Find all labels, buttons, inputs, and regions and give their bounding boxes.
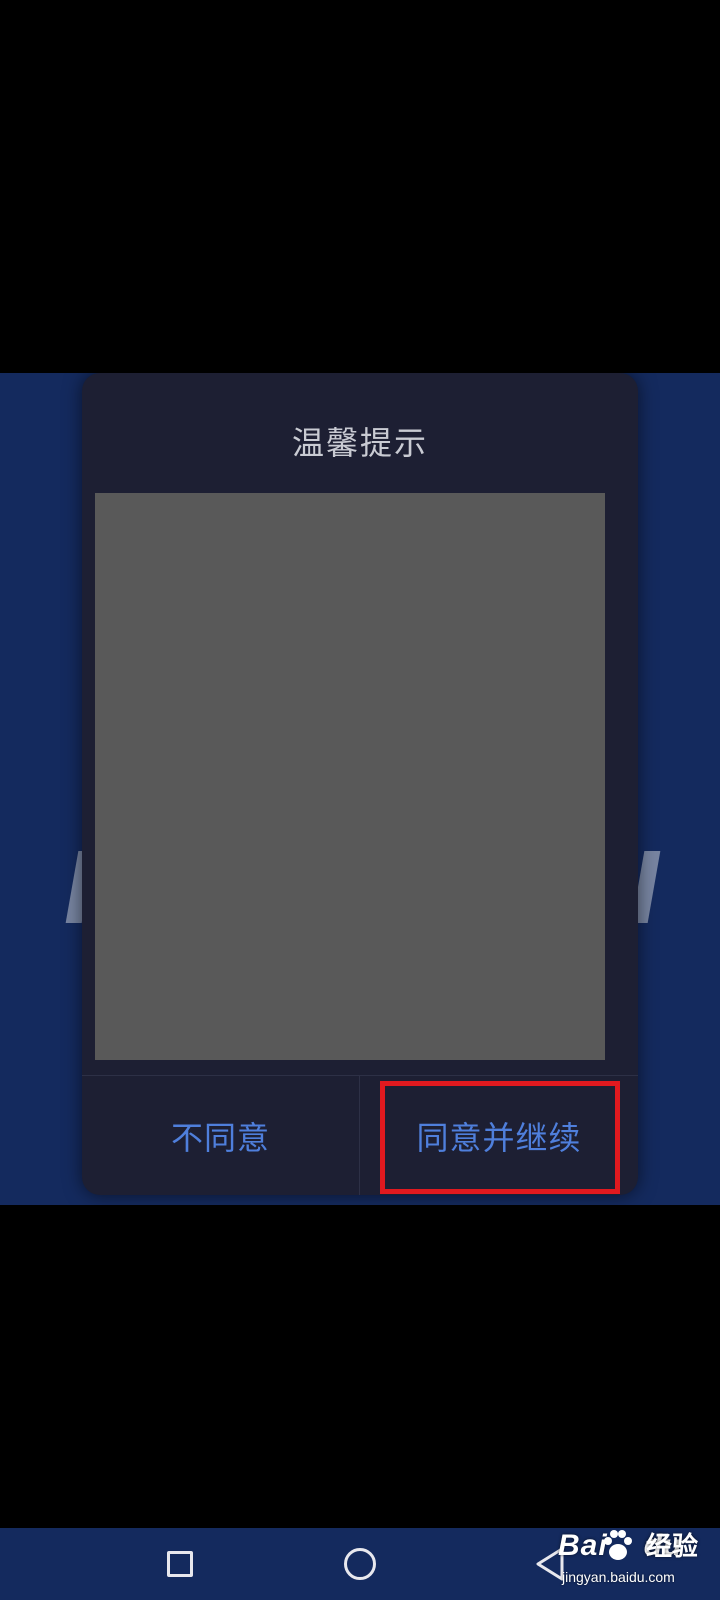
dialog-content-placeholder [95,493,605,1060]
home-button[interactable] [300,1528,420,1600]
dialog-title: 温馨提示 [291,424,428,462]
agree-continue-button[interactable]: 同意并继续 [360,1076,638,1195]
notice-dialog: 温馨提示 不同意 同意并继续 [82,373,638,1195]
watermark-url: jingyan.baidu.com [562,1569,675,1585]
square-icon [167,1551,193,1577]
paw-icon [604,1530,632,1560]
circle-icon [344,1548,376,1580]
recent-apps-button[interactable] [120,1528,240,1600]
baidu-jingyan-watermark: Bai du 经验 jingyan.baidu.com [554,1524,718,1600]
disagree-button[interactable]: 不同意 [82,1076,359,1195]
watermark-sub: 经验 [646,1531,699,1561]
